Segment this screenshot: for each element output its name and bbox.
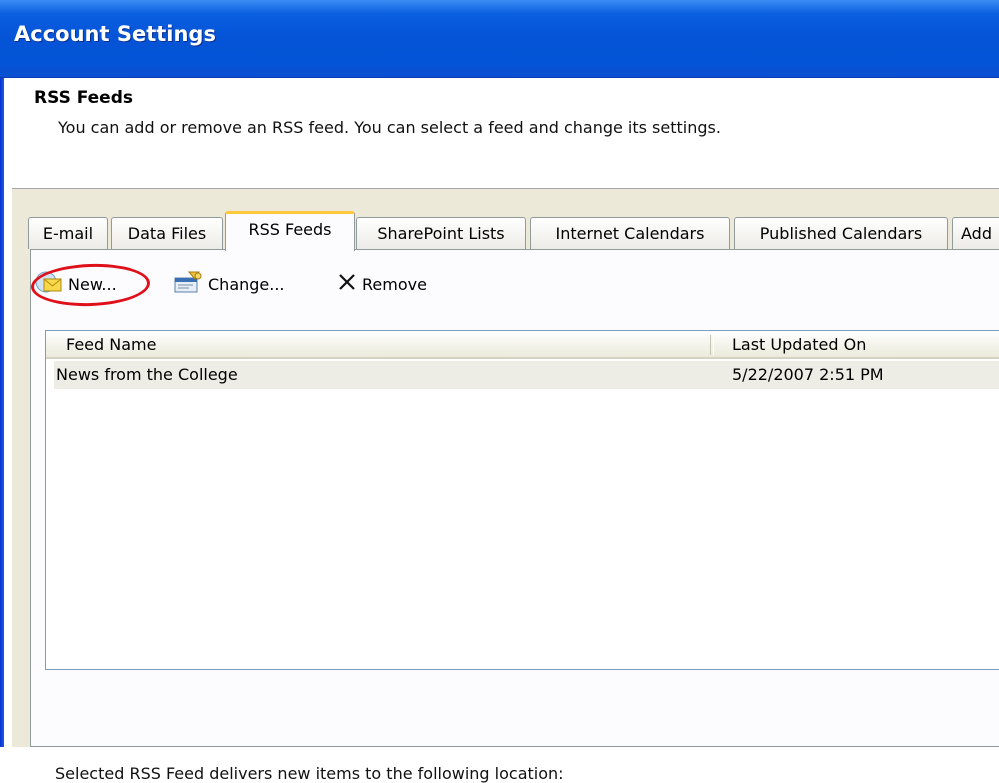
new-button[interactable]: New...: [30, 261, 151, 309]
toolbar: New... Change... Remove: [30, 250, 999, 309]
section-title: RSS Feeds: [34, 88, 134, 108]
tab-label: RSS Feeds: [248, 220, 332, 239]
tab-address-books[interactable]: Add: [952, 217, 999, 249]
list-header: Feed Name Last Updated On: [46, 331, 999, 359]
tab-internet-calendars[interactable]: Internet Calendars: [530, 217, 730, 249]
tab-label: Published Calendars: [759, 224, 923, 243]
feed-name-cell: News from the College: [56, 365, 238, 384]
last-updated-cell: 5/22/2007 2:51 PM: [732, 365, 884, 384]
change-button[interactable]: Change...: [173, 270, 285, 298]
tab-label: Internet Calendars: [555, 224, 705, 243]
column-header-feed-name[interactable]: Feed Name: [60, 331, 710, 357]
tab-email[interactable]: E-mail: [28, 217, 108, 249]
tab-data-files[interactable]: Data Files: [111, 217, 223, 249]
rss-feeds-panel: New... Change... Remove Feed Name Last U…: [30, 249, 999, 783]
window-border: [0, 0, 4, 747]
change-button-label: Change...: [208, 274, 285, 294]
table-row[interactable]: News from the College 5/22/2007 2:51 PM: [54, 361, 999, 389]
column-separator[interactable]: [710, 335, 714, 355]
remove-button[interactable]: Remove: [337, 270, 427, 298]
tab-label: Add: [961, 224, 992, 243]
tab-label: Data Files: [127, 224, 207, 243]
feed-properties-icon: [173, 270, 203, 298]
tab-sharepoint-lists[interactable]: SharePoint Lists: [356, 217, 526, 249]
tab-label: SharePoint Lists: [377, 224, 505, 243]
remove-button-label: Remove: [362, 274, 427, 294]
tab-rss-feeds[interactable]: RSS Feeds: [225, 211, 355, 251]
new-button-label: New...: [68, 274, 117, 294]
title-bar[interactable]: Account Settings: [0, 0, 999, 78]
tab-label: E-mail: [42, 224, 94, 243]
column-header-last-updated[interactable]: Last Updated On: [726, 331, 986, 357]
feed-list[interactable]: Feed Name Last Updated On News from the …: [45, 330, 999, 670]
location-description: Selected RSS Feed delivers new items to …: [55, 764, 564, 783]
header-panel: RSS Feeds You can add or remove an RSS f…: [12, 78, 999, 189]
window-title: Account Settings: [14, 22, 216, 46]
section-description: You can add or remove an RSS feed. You c…: [58, 118, 721, 137]
dialog-body: E-mail Data Files RSS Feeds SharePoint L…: [12, 189, 999, 783]
x-remove-icon: [337, 272, 357, 296]
tab-published-calendars[interactable]: Published Calendars: [734, 217, 948, 249]
rss-envelope-icon: [35, 270, 63, 298]
